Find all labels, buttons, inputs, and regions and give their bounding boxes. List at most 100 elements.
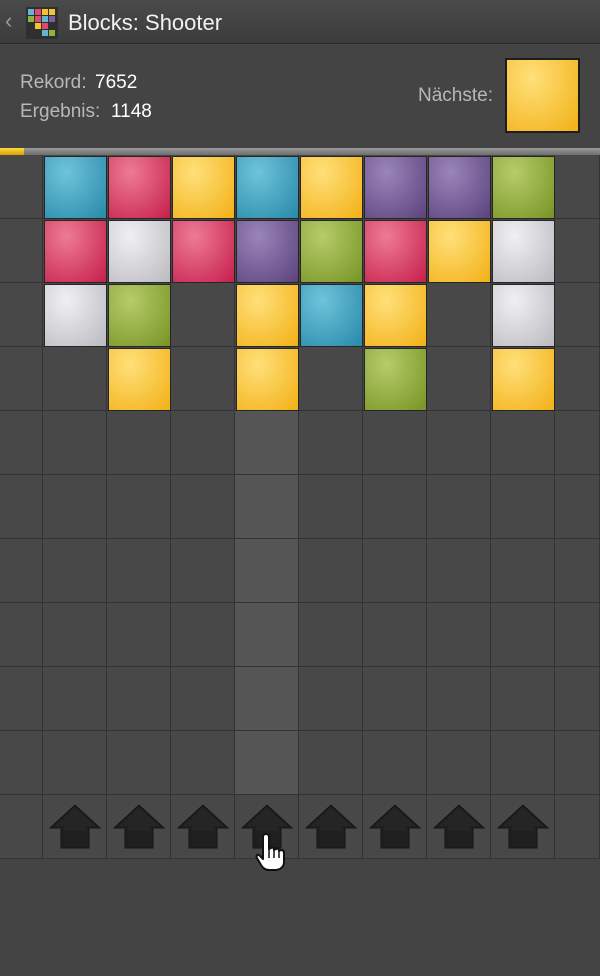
board-cell [299, 411, 363, 475]
board-cell [43, 475, 107, 539]
board-cell [107, 475, 171, 539]
block-green [364, 348, 427, 411]
block-red [44, 220, 107, 283]
block-blue [44, 156, 107, 219]
board-cell [299, 603, 363, 667]
shoot-column-button[interactable] [427, 795, 491, 859]
chevron-left-icon[interactable]: ‹ [5, 9, 19, 33]
record-label: Rekord: [20, 72, 87, 93]
board-cell [171, 283, 235, 347]
board-cell [0, 539, 43, 603]
shoot-column-button[interactable] [43, 795, 107, 859]
arrow-up-icon [48, 804, 102, 849]
board-cell [363, 731, 427, 795]
board-cell [0, 347, 43, 411]
board-cell [299, 667, 363, 731]
block-green [492, 156, 555, 219]
board-cell [235, 475, 299, 539]
action-bar: ‹ Blocks: Shooter [0, 0, 600, 44]
board-cell [363, 411, 427, 475]
board-cell [171, 667, 235, 731]
board-cell [555, 475, 600, 539]
board-cell [555, 155, 600, 219]
board-cell [427, 411, 491, 475]
board-cell [427, 603, 491, 667]
board-cell [235, 667, 299, 731]
next-label: Nächste: [418, 85, 493, 106]
board-cell [43, 347, 107, 411]
board-cell [0, 475, 43, 539]
board-cell [0, 731, 43, 795]
board-cell [107, 539, 171, 603]
board-cell [555, 603, 600, 667]
board-cell [299, 347, 363, 411]
next-block-preview [505, 58, 580, 133]
board-cell [43, 603, 107, 667]
arrow-up-icon [432, 804, 486, 849]
board-cell [363, 603, 427, 667]
record-value: 7652 [95, 72, 138, 93]
board-cell [491, 731, 555, 795]
block-green [300, 220, 363, 283]
board-cell [555, 795, 600, 859]
block-yellow [428, 220, 491, 283]
block-blue [236, 156, 299, 219]
block-yellow [172, 156, 235, 219]
board-cell [427, 475, 491, 539]
board-cell [555, 283, 600, 347]
board-cell [299, 475, 363, 539]
board-cell [171, 475, 235, 539]
board-cell [107, 411, 171, 475]
board-cell [0, 219, 43, 283]
shoot-column-button[interactable] [363, 795, 427, 859]
board-cell [363, 475, 427, 539]
block-red [364, 220, 427, 283]
block-yellow [300, 156, 363, 219]
board-cell [107, 667, 171, 731]
result-value: 1148 [111, 101, 152, 122]
shoot-column-button[interactable] [107, 795, 171, 859]
shoot-column-button[interactable] [299, 795, 363, 859]
board-cell [427, 539, 491, 603]
board-cell [107, 603, 171, 667]
board-cell [555, 539, 600, 603]
board-cell [555, 347, 600, 411]
board-cell [43, 731, 107, 795]
arrow-up-icon [368, 804, 422, 849]
board-cell [171, 539, 235, 603]
board-cell [363, 539, 427, 603]
blocks-grid-icon[interactable] [26, 7, 58, 39]
block-white [108, 220, 171, 283]
board-cell [555, 411, 600, 475]
result-label: Ergebnis: [20, 101, 101, 122]
progress-bar [0, 148, 600, 155]
hand-pointer-icon [255, 833, 285, 871]
board-cell [491, 411, 555, 475]
board-cell [235, 411, 299, 475]
block-white [492, 220, 555, 283]
board-cell [491, 667, 555, 731]
block-white [44, 284, 107, 347]
board-cell [235, 731, 299, 795]
board-cell [427, 347, 491, 411]
board-cell [171, 731, 235, 795]
board-cell [0, 795, 43, 859]
board-cell [171, 347, 235, 411]
board-cell [171, 411, 235, 475]
block-yellow [492, 348, 555, 411]
shoot-column-button[interactable] [171, 795, 235, 859]
board-cell [0, 603, 43, 667]
board-cell [555, 731, 600, 795]
block-blue [300, 284, 363, 347]
board-cell [491, 539, 555, 603]
block-red [108, 156, 171, 219]
arrow-up-icon [112, 804, 166, 849]
block-green [108, 284, 171, 347]
board-cell [491, 475, 555, 539]
block-yellow [236, 348, 299, 411]
board-cell [299, 539, 363, 603]
block-purple [428, 156, 491, 219]
block-yellow [236, 284, 299, 347]
shoot-column-button[interactable] [491, 795, 555, 859]
block-red [172, 220, 235, 283]
